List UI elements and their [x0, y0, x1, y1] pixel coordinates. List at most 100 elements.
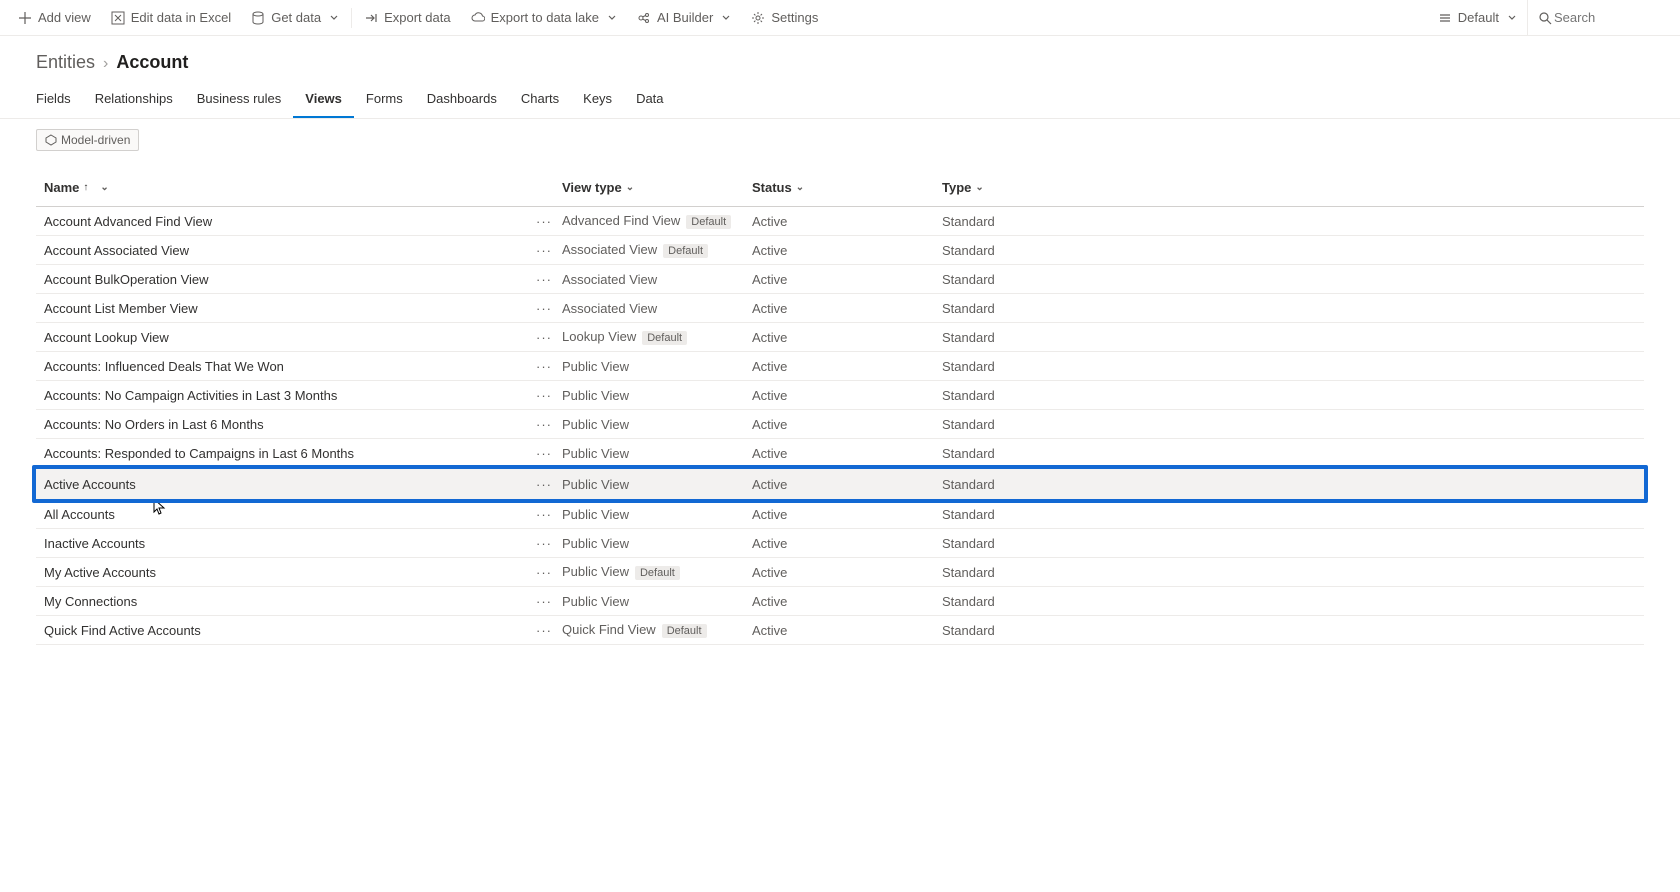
default-label: Default	[1458, 10, 1499, 25]
table-row[interactable]: Account Associated View···Associated Vie…	[36, 236, 1644, 265]
export-data-lake-button[interactable]: Export to data lake	[461, 0, 627, 36]
get-data-label: Get data	[271, 10, 321, 25]
table-row[interactable]: Inactive Accounts···Public ViewActiveSta…	[36, 529, 1644, 558]
cell-type: Standard	[942, 243, 1132, 258]
table-row[interactable]: My Connections···Public ViewActiveStanda…	[36, 587, 1644, 616]
col-name-label: Name	[44, 180, 79, 195]
cell-type: Standard	[942, 594, 1132, 609]
cell-name: My Connections	[36, 594, 526, 609]
cell-viewtype: Advanced Find ViewDefault	[562, 213, 752, 229]
cell-viewtype: Public View	[562, 477, 752, 492]
row-more-button[interactable]: ···	[526, 359, 562, 374]
col-viewtype[interactable]: View type ⌄	[562, 180, 752, 195]
row-more-button[interactable]: ···	[526, 536, 562, 551]
cell-name: Quick Find Active Accounts	[36, 623, 526, 638]
breadcrumb-current: Account	[116, 52, 188, 73]
tab-business-rules[interactable]: Business rules	[185, 83, 294, 118]
cell-type: Standard	[942, 272, 1132, 287]
tab-data[interactable]: Data	[624, 83, 675, 118]
row-more-button[interactable]: ···	[526, 594, 562, 609]
row-more-button[interactable]: ···	[526, 388, 562, 403]
chevron-down-icon: ⌄	[626, 182, 634, 193]
export-data-label: Export data	[384, 10, 451, 25]
table-row[interactable]: All Accounts···Public ViewActiveStandard	[36, 500, 1644, 529]
tab-fields[interactable]: Fields	[36, 83, 83, 118]
add-view-button[interactable]: Add view	[8, 0, 101, 36]
tab-forms[interactable]: Forms	[354, 83, 415, 118]
command-bar: Add view Edit data in Excel Get data Exp…	[0, 0, 1680, 36]
cell-type: Standard	[942, 623, 1132, 638]
table-row[interactable]: Quick Find Active Accounts···Quick Find …	[36, 616, 1644, 645]
cell-name: Account Advanced Find View	[36, 214, 526, 229]
tab-views[interactable]: Views	[293, 83, 354, 118]
cell-name: Accounts: No Campaign Activities in Last…	[36, 388, 526, 403]
cell-viewtype: Lookup ViewDefault	[562, 329, 752, 345]
row-more-button[interactable]: ···	[526, 417, 562, 432]
tab-charts[interactable]: Charts	[509, 83, 571, 118]
excel-icon	[111, 11, 125, 25]
row-more-button[interactable]: ···	[526, 330, 562, 345]
col-name[interactable]: Name ↑ ⌄	[36, 180, 526, 195]
ai-builder-label: AI Builder	[657, 10, 713, 25]
search-input[interactable]	[1552, 9, 1672, 26]
cell-status: Active	[752, 388, 942, 403]
cell-status: Active	[752, 536, 942, 551]
cell-status: Active	[752, 301, 942, 316]
table-row[interactable]: Account BulkOperation View···Associated …	[36, 265, 1644, 294]
cell-type: Standard	[942, 565, 1132, 580]
cell-viewtype: Associated ViewDefault	[562, 242, 752, 258]
cell-name: My Active Accounts	[36, 565, 526, 580]
row-more-button[interactable]: ···	[526, 623, 562, 638]
col-type[interactable]: Type ⌄	[942, 180, 1132, 195]
cell-viewtype: Quick Find ViewDefault	[562, 622, 752, 638]
table-row[interactable]: Active Accounts···Public ViewActiveStand…	[36, 469, 1644, 499]
default-badge: Default	[635, 566, 680, 580]
cell-viewtype: Associated View	[562, 272, 752, 287]
edit-excel-label: Edit data in Excel	[131, 10, 231, 25]
row-more-button[interactable]: ···	[526, 301, 562, 316]
tab-relationships[interactable]: Relationships	[83, 83, 185, 118]
cell-type: Standard	[942, 214, 1132, 229]
view-default-button[interactable]: Default	[1428, 0, 1527, 36]
row-more-button[interactable]: ···	[526, 446, 562, 461]
chip-label: Model-driven	[61, 133, 130, 147]
tab-keys[interactable]: Keys	[571, 83, 624, 118]
get-data-button[interactable]: Get data	[241, 0, 349, 36]
row-more-button[interactable]: ···	[526, 477, 562, 492]
model-driven-chip[interactable]: Model-driven	[36, 129, 139, 151]
export-icon	[364, 11, 378, 25]
table-row[interactable]: Account List Member View···Associated Vi…	[36, 294, 1644, 323]
edit-data-excel-button[interactable]: Edit data in Excel	[101, 0, 241, 36]
table-row[interactable]: Accounts: No Campaign Activities in Last…	[36, 381, 1644, 410]
row-more-button[interactable]: ···	[526, 565, 562, 580]
row-more-button[interactable]: ···	[526, 214, 562, 229]
settings-button[interactable]: Settings	[741, 0, 828, 36]
row-more-button[interactable]: ···	[526, 272, 562, 287]
row-more-button[interactable]: ···	[526, 507, 562, 522]
default-badge: Default	[642, 331, 687, 345]
cell-viewtype: Public View	[562, 388, 752, 403]
model-driven-icon	[45, 134, 57, 146]
table-row[interactable]: My Active Accounts···Public ViewDefaultA…	[36, 558, 1644, 587]
chevron-down-icon: ⌄	[100, 182, 108, 193]
table-row[interactable]: Account Lookup View···Lookup ViewDefault…	[36, 323, 1644, 352]
cloud-icon	[471, 11, 485, 25]
col-status[interactable]: Status ⌄	[752, 180, 942, 195]
search-box[interactable]	[1527, 0, 1672, 36]
ai-builder-button[interactable]: AI Builder	[627, 0, 741, 36]
cell-type: Standard	[942, 507, 1132, 522]
table-row[interactable]: Accounts: Responded to Campaigns in Last…	[36, 439, 1644, 468]
export-data-button[interactable]: Export data	[354, 0, 461, 36]
cell-name: Active Accounts	[36, 477, 526, 492]
table-row[interactable]: Account Advanced Find View···Advanced Fi…	[36, 207, 1644, 236]
table-row[interactable]: Accounts: No Orders in Last 6 Months···P…	[36, 410, 1644, 439]
breadcrumb-parent[interactable]: Entities	[36, 52, 95, 73]
cell-status: Active	[752, 272, 942, 287]
entity-tabs: FieldsRelationshipsBusiness rulesViewsFo…	[0, 83, 1680, 119]
tab-dashboards[interactable]: Dashboards	[415, 83, 509, 118]
table-row[interactable]: Accounts: Influenced Deals That We Won··…	[36, 352, 1644, 381]
cell-viewtype: Public ViewDefault	[562, 564, 752, 580]
ai-icon	[637, 11, 651, 25]
row-more-button[interactable]: ···	[526, 243, 562, 258]
cell-viewtype: Associated View	[562, 301, 752, 316]
